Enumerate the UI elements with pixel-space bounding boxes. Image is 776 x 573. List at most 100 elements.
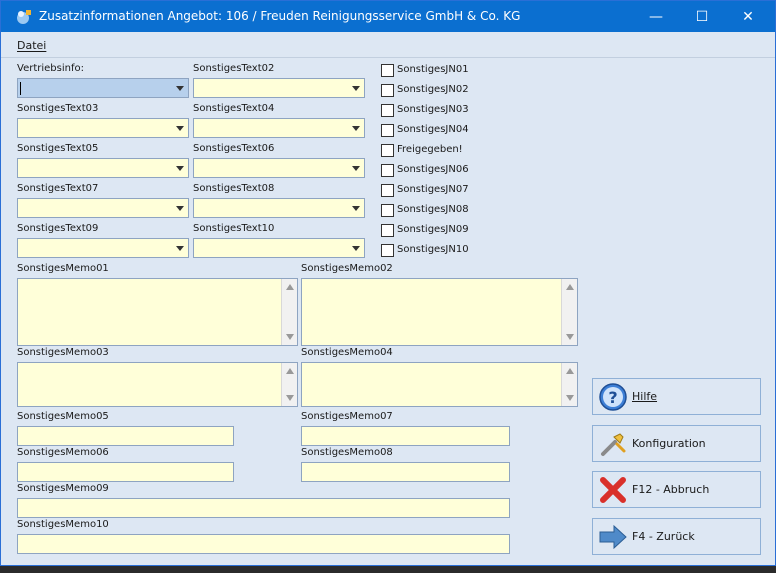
vertriebsinfo-combo[interactable] bbox=[17, 78, 189, 98]
sonstigesmemo04-label: SonstigesMemo04 bbox=[301, 347, 393, 358]
sonstigestext03-combo[interactable] bbox=[17, 118, 189, 138]
checkbox-sonstigesjn04[interactable]: SonstigesJN04 bbox=[381, 123, 481, 137]
checkbox-box[interactable] bbox=[381, 124, 394, 137]
scroll-up-icon[interactable] bbox=[566, 284, 574, 290]
dialog-window: Zusatzinformationen Angebot: 106 / Freud… bbox=[0, 0, 776, 566]
sonstigesmemo02-textarea[interactable] bbox=[301, 278, 578, 346]
app-icon bbox=[17, 10, 31, 24]
back-button[interactable]: F4 - Zurück bbox=[592, 518, 761, 555]
sonstigesmemo09-input[interactable] bbox=[17, 498, 510, 518]
chevron-down-icon[interactable] bbox=[171, 239, 188, 257]
wrench-icon bbox=[601, 433, 626, 456]
sonstigestext02-combo[interactable] bbox=[193, 78, 365, 98]
sonstigestext09-combo[interactable] bbox=[17, 238, 189, 258]
cancel-label: F12 - Abbruch bbox=[632, 483, 710, 496]
sonstigesmemo07-input[interactable] bbox=[301, 426, 510, 446]
checkbox-sonstigesjn01[interactable]: SonstigesJN01 bbox=[381, 63, 481, 77]
scroll-down-icon[interactable] bbox=[286, 395, 294, 401]
sonstigesmemo09-label: SonstigesMemo09 bbox=[17, 483, 109, 494]
sonstigesmemo02-label: SonstigesMemo02 bbox=[301, 263, 393, 274]
sonstigestext07-label: SonstigesText07 bbox=[17, 183, 99, 194]
sonstigesmemo06-input[interactable] bbox=[17, 462, 234, 482]
sonstigesmemo05-label: SonstigesMemo05 bbox=[17, 411, 109, 422]
checkbox-box[interactable] bbox=[381, 184, 394, 197]
minimize-button[interactable]: — bbox=[633, 1, 679, 32]
checkbox-sonstigesjn07[interactable]: SonstigesJN07 bbox=[381, 183, 481, 197]
checkbox-sonstigesjn02[interactable]: SonstigesJN02 bbox=[381, 83, 481, 97]
checkbox-box[interactable] bbox=[381, 224, 394, 237]
help-button[interactable]: ? Hilfe bbox=[592, 378, 761, 415]
vertical-scrollbar[interactable] bbox=[281, 363, 297, 406]
menu-datei[interactable]: Datei bbox=[17, 39, 46, 52]
vertical-scrollbar[interactable] bbox=[561, 363, 577, 406]
close-button[interactable]: ✕ bbox=[725, 1, 771, 32]
sonstigestext05-combo[interactable] bbox=[17, 158, 189, 178]
vertical-scrollbar[interactable] bbox=[561, 279, 577, 345]
chevron-down-icon[interactable] bbox=[171, 159, 188, 177]
close-icon: ✕ bbox=[742, 8, 754, 25]
chevron-down-icon[interactable] bbox=[347, 199, 364, 217]
chevron-down-icon[interactable] bbox=[171, 79, 188, 97]
sonstigesmemo10-label: SonstigesMemo10 bbox=[17, 519, 109, 530]
chevron-down-icon[interactable] bbox=[171, 199, 188, 217]
sonstigesmemo10-input[interactable] bbox=[17, 534, 510, 554]
chevron-down-icon[interactable] bbox=[347, 239, 364, 257]
red-x-icon bbox=[600, 477, 626, 503]
sonstigestext10-combo[interactable] bbox=[193, 238, 365, 258]
configuration-label: Konfiguration bbox=[632, 437, 706, 450]
sonstigestext06-combo[interactable] bbox=[193, 158, 365, 178]
configuration-button[interactable]: Konfiguration bbox=[592, 425, 761, 462]
sonstigestext09-label: SonstigesText09 bbox=[17, 223, 99, 234]
checkbox-box[interactable] bbox=[381, 64, 394, 77]
checkbox-box[interactable] bbox=[381, 204, 394, 217]
checkbox-sonstigesjn08[interactable]: SonstigesJN08 bbox=[381, 203, 481, 217]
scroll-down-icon[interactable] bbox=[566, 334, 574, 340]
checkbox-box[interactable] bbox=[381, 104, 394, 117]
sonstigesmemo08-label: SonstigesMemo08 bbox=[301, 447, 393, 458]
cancel-button[interactable]: F12 - Abbruch bbox=[592, 471, 761, 508]
vertical-scrollbar[interactable] bbox=[281, 279, 297, 345]
scroll-down-icon[interactable] bbox=[286, 334, 294, 340]
scroll-down-icon[interactable] bbox=[566, 395, 574, 401]
checkbox-freigegeben[interactable]: Freigegeben! bbox=[381, 143, 481, 157]
checkbox-box[interactable] bbox=[381, 164, 394, 177]
sonstigesmemo01-textarea[interactable] bbox=[17, 278, 298, 346]
checkbox-sonstigesjn10[interactable]: SonstigesJN10 bbox=[381, 243, 481, 257]
checkbox-box[interactable] bbox=[381, 144, 394, 157]
scroll-up-icon[interactable] bbox=[286, 284, 294, 290]
checkbox-sonstigesjn09[interactable]: SonstigesJN09 bbox=[381, 223, 481, 237]
sonstigestext04-combo[interactable] bbox=[193, 118, 365, 138]
help-label: Hilfe bbox=[632, 390, 658, 403]
title-bar[interactable]: Zusatzinformationen Angebot: 106 / Freud… bbox=[1, 1, 775, 32]
sonstigestext08-label: SonstigesText08 bbox=[193, 183, 275, 194]
sonstigesmemo03-label: SonstigesMemo03 bbox=[17, 347, 109, 358]
sonstigestext08-combo[interactable] bbox=[193, 198, 365, 218]
sonstigestext10-label: SonstigesText10 bbox=[193, 223, 275, 234]
minimize-icon: — bbox=[649, 8, 663, 25]
window-title: Zusatzinformationen Angebot: 106 / Freud… bbox=[39, 9, 521, 23]
sonstigesmemo04-textarea[interactable] bbox=[301, 362, 578, 407]
maximize-icon: ☐ bbox=[695, 8, 709, 25]
chevron-down-icon[interactable] bbox=[347, 119, 364, 137]
checkbox-box[interactable] bbox=[381, 84, 394, 97]
sonstigesmemo08-input[interactable] bbox=[301, 462, 510, 482]
chevron-down-icon[interactable] bbox=[347, 79, 364, 97]
sonstigesmemo05-input[interactable] bbox=[17, 426, 234, 446]
sonstigestext06-label: SonstigesText06 bbox=[193, 143, 275, 154]
help-icon: ? bbox=[599, 383, 627, 411]
checkbox-box[interactable] bbox=[381, 244, 394, 257]
sonstigestext07-combo[interactable] bbox=[17, 198, 189, 218]
checkbox-sonstigesjn03[interactable]: SonstigesJN03 bbox=[381, 103, 481, 117]
scroll-up-icon[interactable] bbox=[566, 368, 574, 374]
sonstigestext02-label: SonstigesText02 bbox=[193, 63, 275, 74]
maximize-button[interactable]: ☐ bbox=[679, 1, 725, 32]
chevron-down-icon[interactable] bbox=[171, 119, 188, 137]
sonstigesmemo07-label: SonstigesMemo07 bbox=[301, 411, 393, 422]
checkbox-sonstigesjn06[interactable]: SonstigesJN06 bbox=[381, 163, 481, 177]
sonstigesmemo03-textarea[interactable] bbox=[17, 362, 298, 407]
back-label: F4 - Zurück bbox=[632, 530, 695, 543]
sonstigesmemo01-label: SonstigesMemo01 bbox=[17, 263, 109, 274]
chevron-down-icon[interactable] bbox=[347, 159, 364, 177]
scroll-up-icon[interactable] bbox=[286, 368, 294, 374]
sonstigestext05-label: SonstigesText05 bbox=[17, 143, 99, 154]
